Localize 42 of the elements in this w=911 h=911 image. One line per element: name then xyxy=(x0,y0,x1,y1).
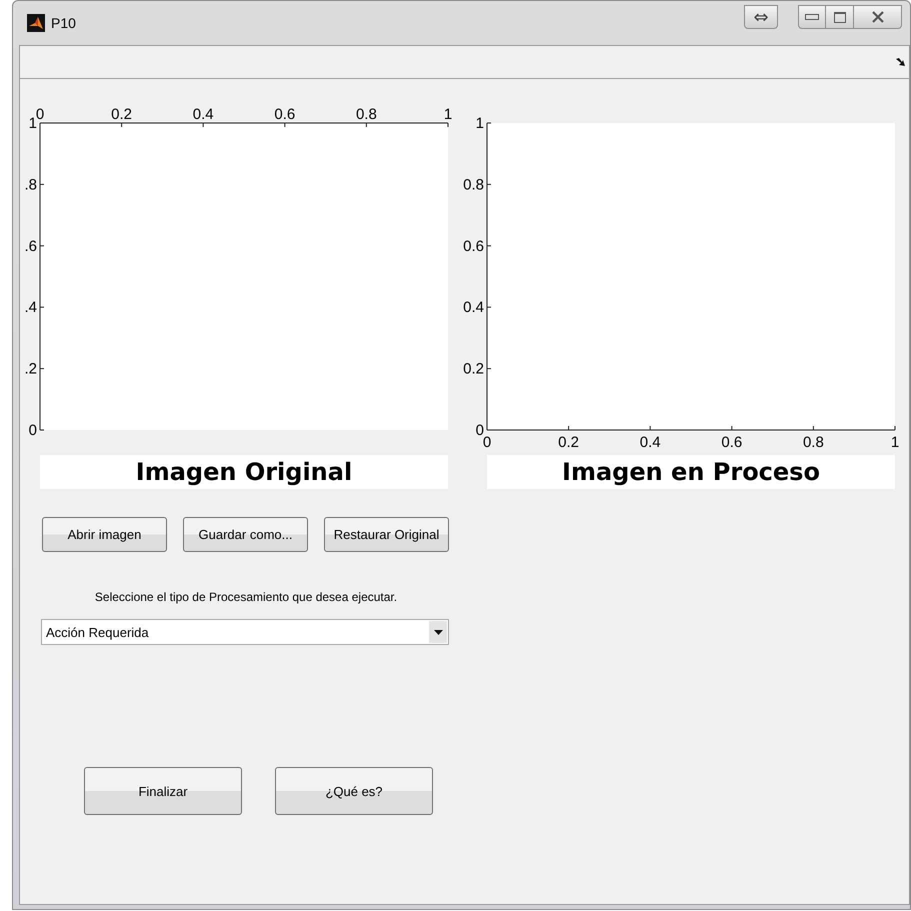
action-button[interactable]: Guardar como... xyxy=(183,517,308,552)
action-dropdown[interactable]: Acción Requerida xyxy=(41,619,449,645)
x-tick-label: 0 xyxy=(36,106,44,123)
y-tick-label: .6 xyxy=(24,238,37,255)
axes-caption: Imagen en Proceso xyxy=(487,455,895,489)
y-tick-label: 1 xyxy=(28,115,37,132)
x-tick-label: 0.2 xyxy=(558,434,580,451)
x-tick-label: 1 xyxy=(444,106,452,123)
dock-button[interactable]: ⇔ xyxy=(744,5,778,29)
y-tick-label: 0.6 xyxy=(463,238,484,255)
action-button[interactable]: Finalizar xyxy=(84,767,242,815)
window-title: P10 xyxy=(51,15,76,31)
dock-arrow-icon[interactable] xyxy=(896,58,905,66)
y-tick-label: .4 xyxy=(24,299,37,316)
x-tick-label: 0.4 xyxy=(192,106,214,123)
action-button[interactable]: Restaurar Original xyxy=(324,517,449,552)
y-tick-label: 1 xyxy=(476,115,484,132)
x-tick-label: 0 xyxy=(482,434,492,451)
close-icon xyxy=(870,11,884,23)
x-tick-label: 0.2 xyxy=(111,106,132,123)
y-tick-label: 0 xyxy=(28,422,37,439)
y-tick-label: 0.8 xyxy=(463,176,484,194)
y-tick-label: 0.2 xyxy=(463,360,484,378)
x-tick-label: 0.8 xyxy=(356,106,377,123)
x-tick-label: 0.4 xyxy=(640,434,661,451)
axes-caption: Imagen Original xyxy=(40,455,448,489)
y-tick-label: .2 xyxy=(24,360,37,378)
y-tick-label: .8 xyxy=(24,176,37,194)
app-icon xyxy=(27,14,45,32)
maximize-button[interactable] xyxy=(826,5,854,29)
y-tick-label: 0.4 xyxy=(463,299,484,316)
minimize-button[interactable] xyxy=(798,5,826,29)
x-tick-label: 0.6 xyxy=(721,434,742,451)
y-tick-label: 0 xyxy=(476,422,484,439)
x-tick-label: 0.8 xyxy=(802,434,824,451)
prompt-text: Seleccione el tipo de Procesamiento que desea ejecutar. xyxy=(94,590,398,604)
dropdown-arrow-icon xyxy=(434,630,442,634)
action-button[interactable]: ¿Qué es? xyxy=(275,767,433,815)
close-button[interactable] xyxy=(854,5,902,29)
x-tick-label: 0.6 xyxy=(274,106,296,123)
action-button[interactable]: Abrir imagen xyxy=(42,517,167,552)
x-tick-label: 1 xyxy=(890,434,900,451)
